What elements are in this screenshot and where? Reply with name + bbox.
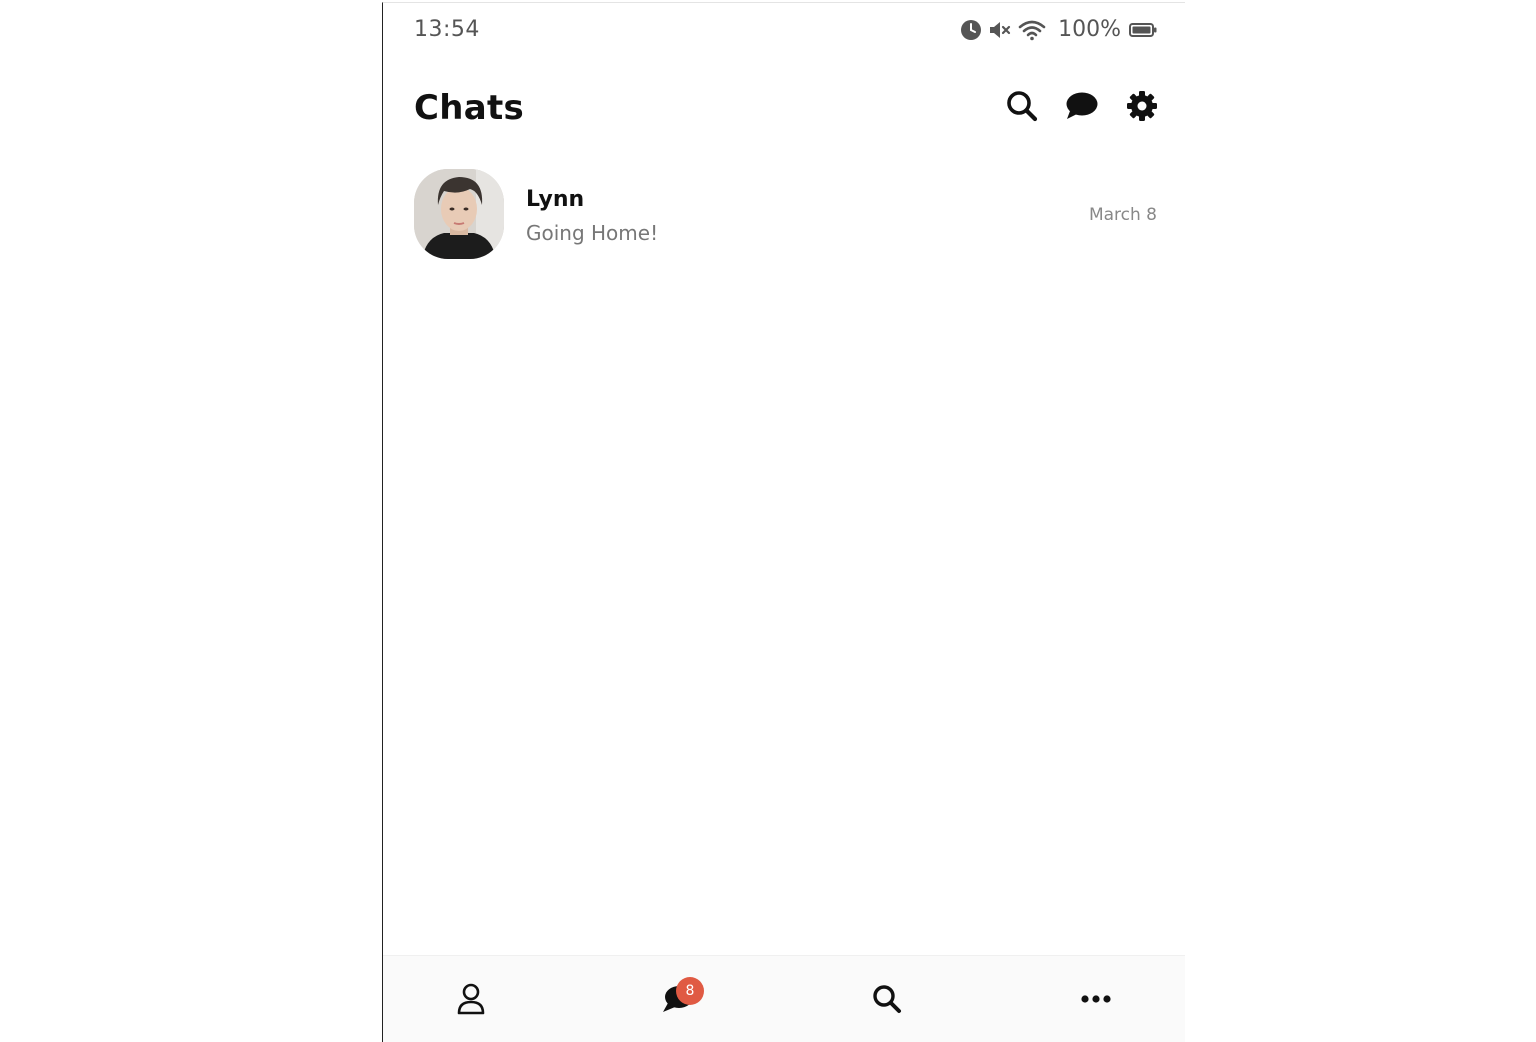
settings-icon	[1127, 91, 1157, 121]
phone-screen: 13:54 100% Chats Lynn Going Home! March …	[382, 2, 1185, 1042]
settings-button[interactable]	[1125, 89, 1159, 123]
search-button[interactable]	[1005, 89, 1039, 123]
new-chat-button[interactable]	[1065, 89, 1099, 123]
header: Chats	[383, 75, 1185, 145]
header-actions	[1005, 89, 1159, 123]
search-icon	[1007, 91, 1038, 122]
battery-percent: 100%	[1058, 17, 1121, 42]
battery-icon	[1129, 22, 1157, 38]
chat-list: Lynn Going Home! March 8	[383, 163, 1185, 263]
mute-icon	[988, 19, 1012, 41]
profile-icon	[457, 983, 485, 1015]
status-icons: 100%	[960, 17, 1157, 42]
status-time: 13:54	[414, 17, 480, 42]
tab-profile[interactable]	[421, 956, 521, 1042]
chat-preview: Going Home!	[526, 221, 659, 245]
page-title: Chats	[414, 88, 525, 128]
chat-time: March 8	[1088, 205, 1157, 225]
status-bar: 13:54 100%	[383, 3, 1185, 61]
tab-search[interactable]	[837, 956, 937, 1042]
tab-more[interactable]	[1046, 956, 1146, 1042]
chat-name: Lynn	[526, 187, 585, 212]
alarm-icon	[960, 19, 982, 41]
avatar	[414, 169, 504, 259]
wifi-icon	[1018, 19, 1046, 41]
chat-row[interactable]: Lynn Going Home! March 8	[383, 163, 1185, 263]
tab-bar: 8	[383, 955, 1185, 1042]
chats-badge: 8	[676, 977, 704, 1005]
more-icon	[1081, 995, 1111, 1003]
new-chat-icon	[1066, 92, 1098, 119]
search-icon	[873, 985, 901, 1013]
